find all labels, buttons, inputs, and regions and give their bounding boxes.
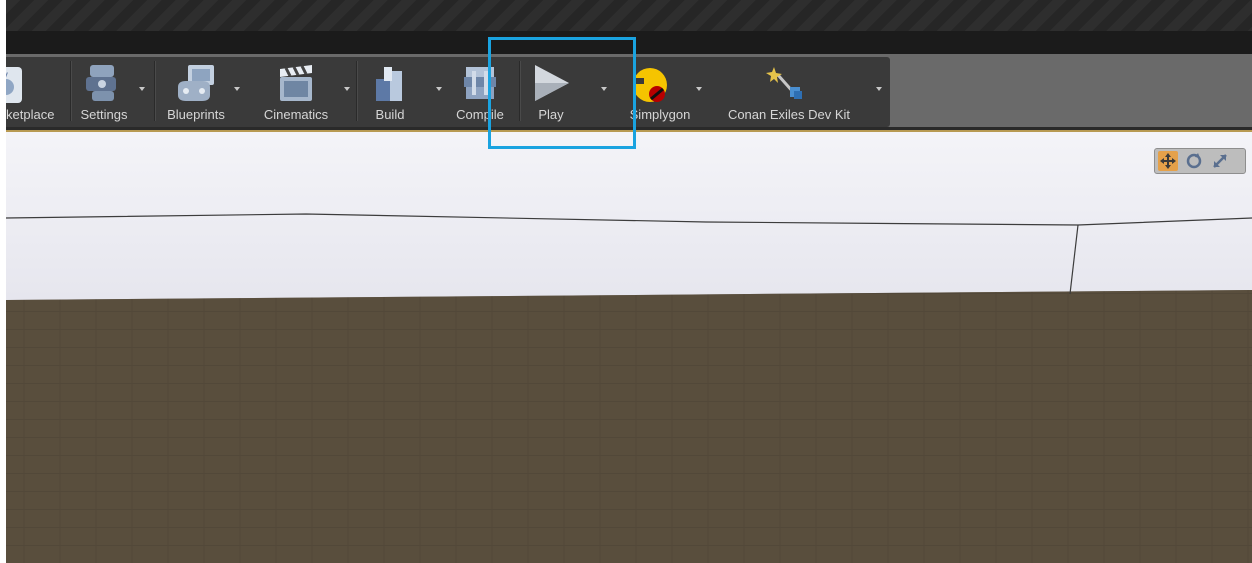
marketplace-icon: V xyxy=(6,67,22,103)
scale-tool[interactable] xyxy=(1210,151,1230,171)
cinematics-label: Cinematics xyxy=(263,107,329,122)
settings-button[interactable]: Settings xyxy=(72,57,148,127)
devkit-label: Conan Exiles Dev Kit xyxy=(727,107,851,122)
svg-text:V: V xyxy=(6,70,8,84)
translate-icon xyxy=(1160,153,1176,169)
blueprints-button[interactable]: Blueprints xyxy=(156,57,240,127)
cinematics-icon xyxy=(280,65,312,101)
devkit-button[interactable]: Conan Exiles Dev Kit xyxy=(708,57,884,127)
build-icon xyxy=(376,67,402,101)
rotate-tool[interactable] xyxy=(1184,151,1204,171)
viewport-scene xyxy=(6,213,1252,563)
main-toolbar: V ketplace Settings Blueprints Cinematic… xyxy=(6,57,890,127)
marketplace-label: ketplace xyxy=(6,107,55,122)
settings-icon xyxy=(86,65,116,101)
build-button[interactable]: Build xyxy=(358,57,442,127)
cinematics-button[interactable]: Cinematics xyxy=(252,57,352,127)
blueprints-icon xyxy=(178,65,214,101)
scale-icon xyxy=(1213,154,1227,168)
marketplace-button[interactable]: V ketplace xyxy=(6,57,66,127)
level-viewport[interactable] xyxy=(6,132,1252,563)
devkit-icon xyxy=(766,67,802,99)
simplygon-icon xyxy=(630,68,667,102)
editor-window: V ketplace Settings Blueprints Cinematic… xyxy=(6,0,1252,563)
transform-tools xyxy=(1154,148,1246,174)
build-label: Build xyxy=(375,107,405,122)
translate-tool[interactable] xyxy=(1158,151,1178,171)
rotate-icon xyxy=(1186,153,1202,169)
blueprints-label: Blueprints xyxy=(167,107,225,122)
settings-label: Settings xyxy=(80,107,128,122)
play-highlight-box xyxy=(488,37,636,149)
